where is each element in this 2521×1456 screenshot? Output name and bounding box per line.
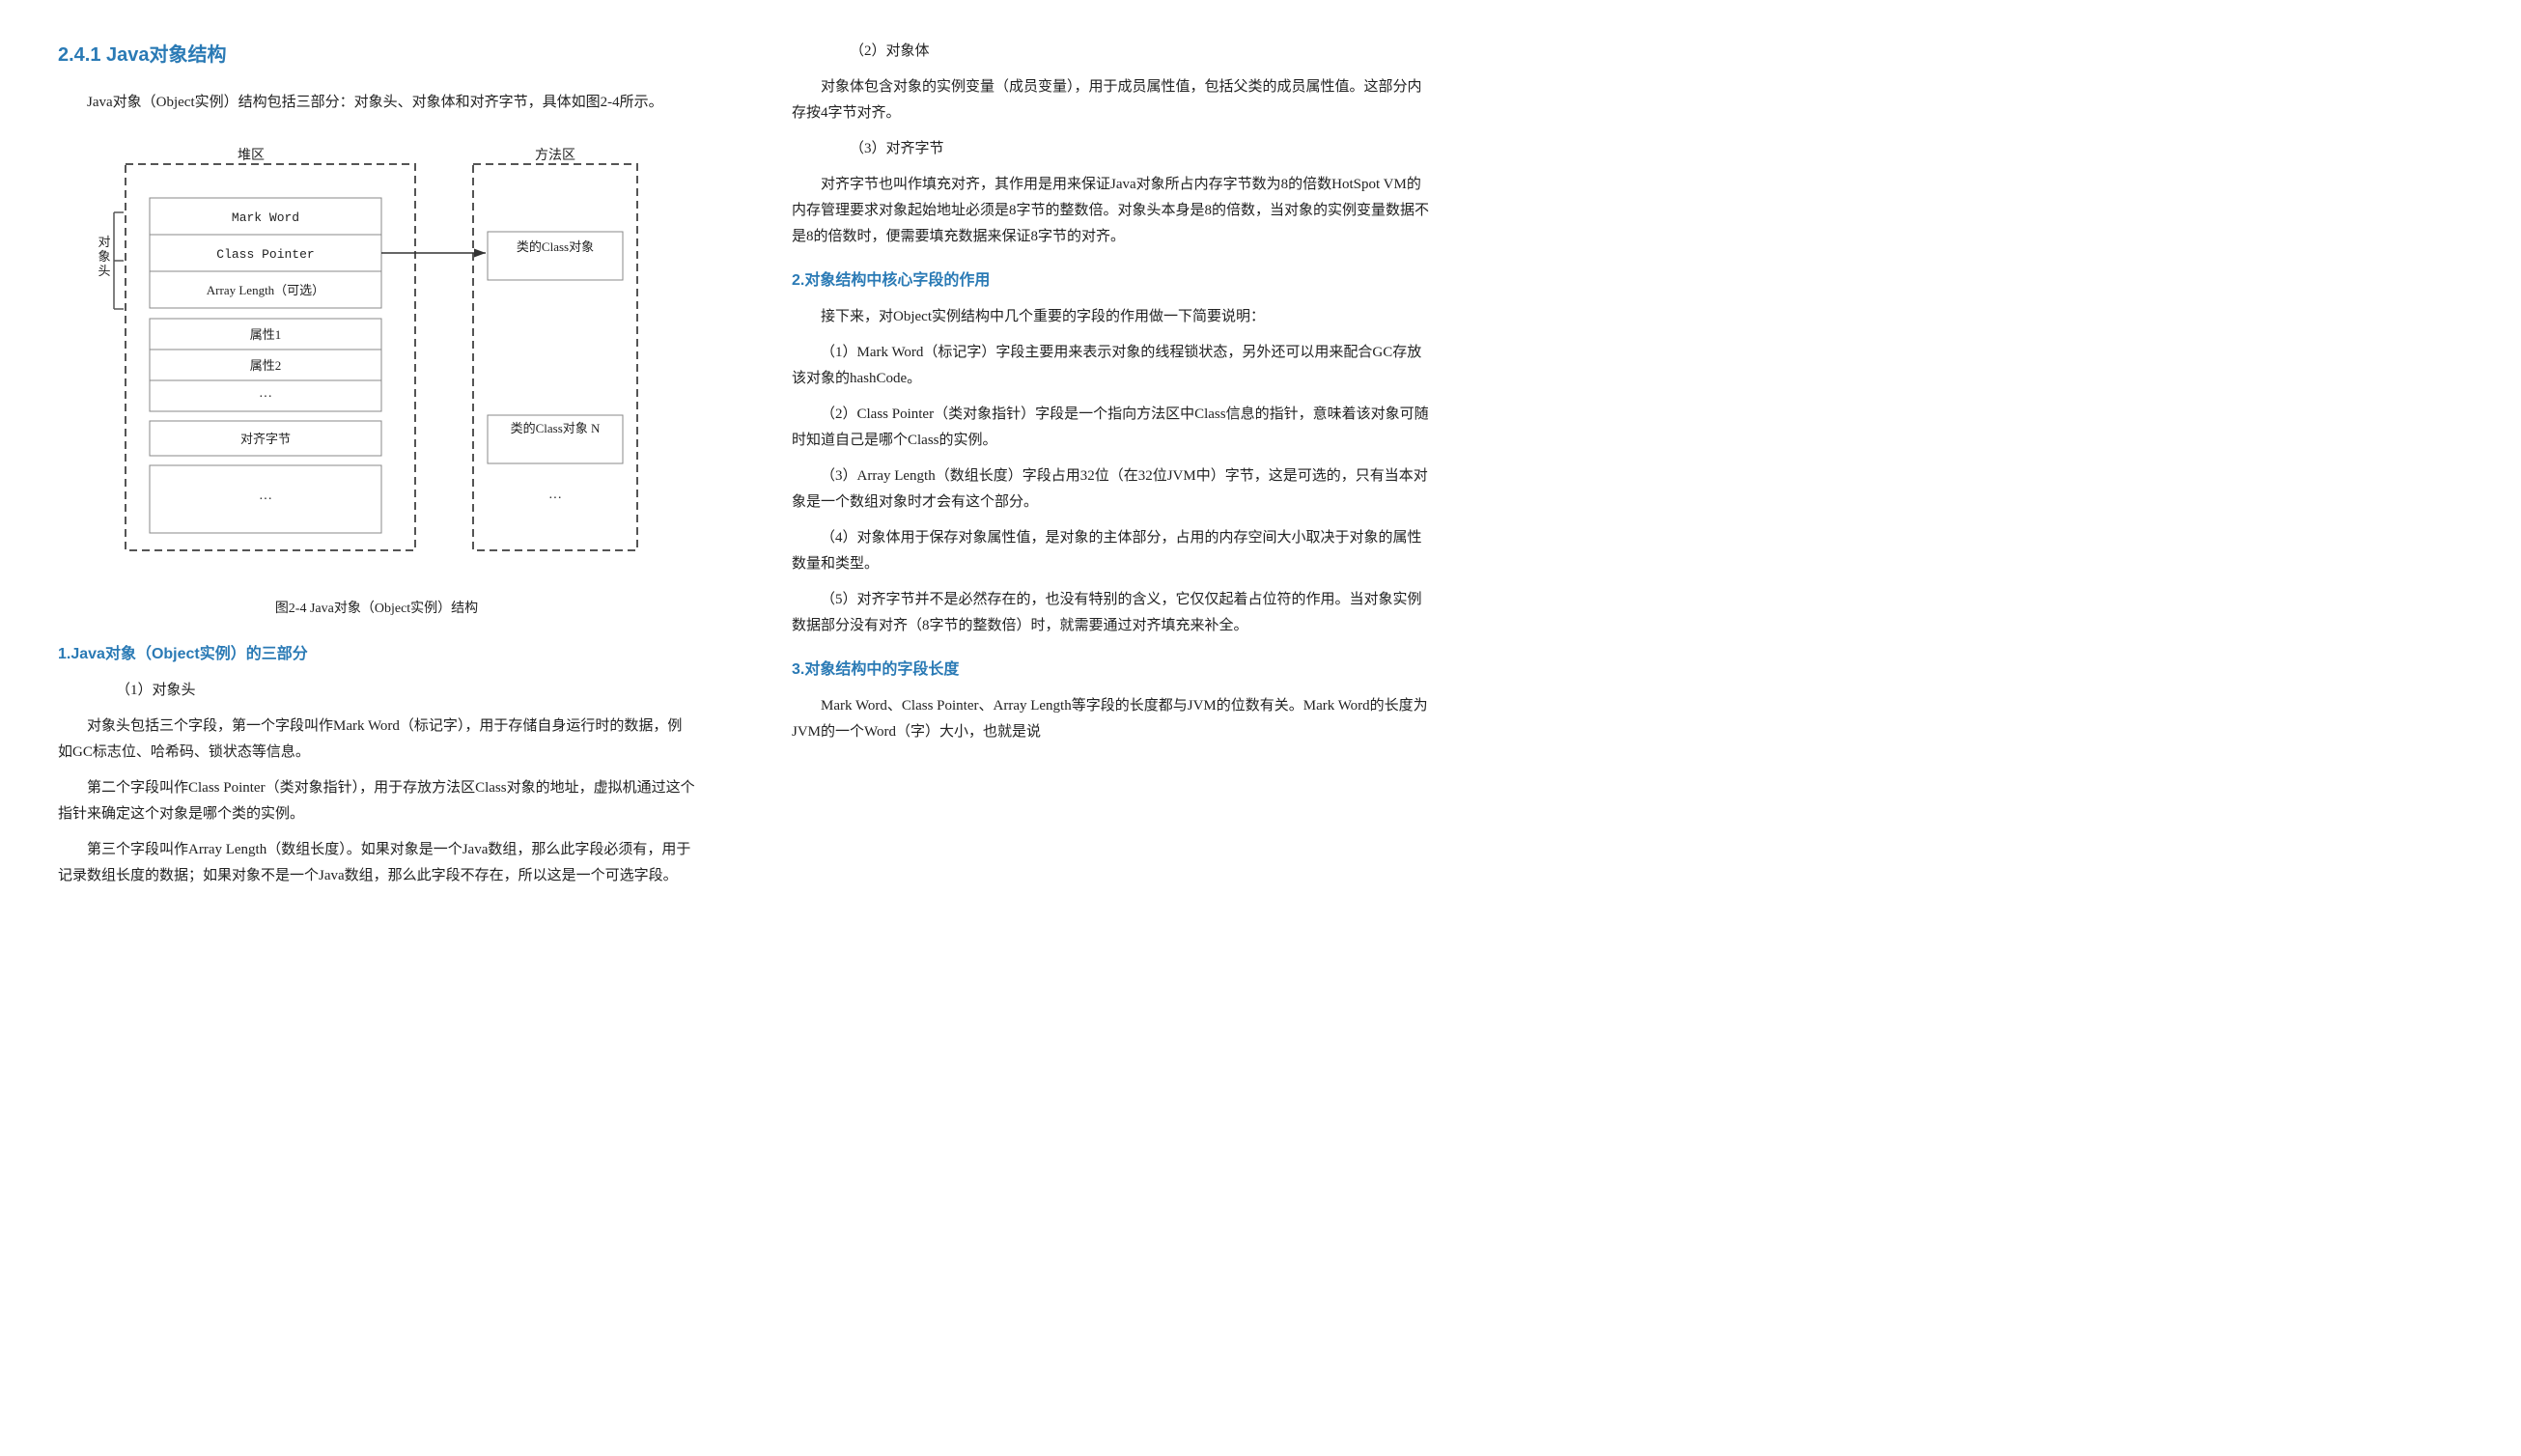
sub2-item2: （2）Class Pointer（类对象指针）字段是一个指向方法区中Class信… xyxy=(792,402,1429,454)
part3-text: 对齐字节也叫作填充对齐，其作用是用来保证Java对象所占内存字节数为8的倍数Ho… xyxy=(792,172,1429,250)
svg-text:类的Class对象 N: 类的Class对象 N xyxy=(511,421,601,435)
diagram-svg: 堆区 方法区 对 象 头 Mar xyxy=(97,135,657,588)
sub2-item4: （4）对象体用于保存对象属性值，是对象的主体部分，占用的内存空间大小取决于对象的… xyxy=(792,525,1429,577)
svg-text:方法区: 方法区 xyxy=(535,148,575,163)
diagram-container: 堆区 方法区 对 象 头 Mar xyxy=(97,135,657,622)
svg-text:···: ··· xyxy=(259,492,272,507)
object-structure-diagram: 堆区 方法区 对 象 头 Mar xyxy=(97,135,657,579)
sub2-item1: （1）Mark Word（标记字）字段主要用来表示对象的线程锁状态，另外还可以用… xyxy=(792,340,1429,392)
part1-text1: 对象头包括三个字段，第一个字段叫作Mark Word（标记字），用于存储自身运行… xyxy=(58,714,695,766)
subsection3-title: 3.对象结构中的字段长度 xyxy=(792,657,1429,684)
svg-text:Mark Word: Mark Word xyxy=(232,210,299,225)
part1-text3: 第三个字段叫作Array Length（数组长度）。如果对象是一个Java数组，… xyxy=(58,837,695,889)
svg-text:对齐字节: 对齐字节 xyxy=(240,432,291,446)
part1-text2: 第二个字段叫作Class Pointer（类对象指针），用于存放方法区Class… xyxy=(58,775,695,827)
svg-text:···: ··· xyxy=(548,491,562,506)
sub3-text: Mark Word、Class Pointer、Array Length等字段的… xyxy=(792,693,1429,745)
svg-text:Class Pointer: Class Pointer xyxy=(216,247,314,262)
svg-text:Array Length（可选）: Array Length（可选） xyxy=(207,283,324,297)
svg-text:象: 象 xyxy=(98,249,110,264)
right-column: （2）对象体 对象体包含对象的实例变量（成员变量），用于成员属性值，包括父类的成… xyxy=(772,39,1429,1417)
left-column: 2.4.1 Java对象结构 Java对象（Object实例）结构包括三部分：对… xyxy=(58,39,714,1417)
svg-text:对: 对 xyxy=(98,235,110,249)
part2-text: 对象体包含对象的实例变量（成员变量），用于成员属性值，包括父类的成员属性值。这部… xyxy=(792,74,1429,126)
svg-text:堆区: 堆区 xyxy=(238,148,265,163)
part2-label: （2）对象体 xyxy=(792,39,1429,65)
part1-label: （1）对象头 xyxy=(58,678,695,704)
sub2-item3: （3）Array Length（数组长度）字段占用32位（在32位JVM中）字节… xyxy=(792,463,1429,516)
sub2-item5: （5）对齐字节并不是必然存在的，也没有特别的含义，它仅仅起着占位符的作用。当对象… xyxy=(792,587,1429,639)
subsection2-title: 2.对象结构中核心字段的作用 xyxy=(792,267,1429,294)
svg-text:···: ··· xyxy=(259,390,272,405)
svg-text:属性1: 属性1 xyxy=(250,327,282,342)
part3-label: （3）对齐字节 xyxy=(792,136,1429,162)
section-title: 2.4.1 Java对象结构 xyxy=(58,39,695,72)
intro-paragraph: Java对象（Object实例）结构包括三部分：对象头、对象体和对齐字节，具体如… xyxy=(58,90,695,116)
svg-text:头: 头 xyxy=(98,264,110,278)
diagram-caption: 图2-4 Java对象（Object实例）结构 xyxy=(97,598,657,622)
svg-text:类的Class对象: 类的Class对象 xyxy=(517,239,594,254)
subsection1-title: 1.Java对象（Object实例）的三部分 xyxy=(58,641,695,668)
sub2-intro: 接下来，对Object实例结构中几个重要的字段的作用做一下简要说明： xyxy=(792,304,1429,330)
svg-text:属性2: 属性2 xyxy=(250,358,282,373)
